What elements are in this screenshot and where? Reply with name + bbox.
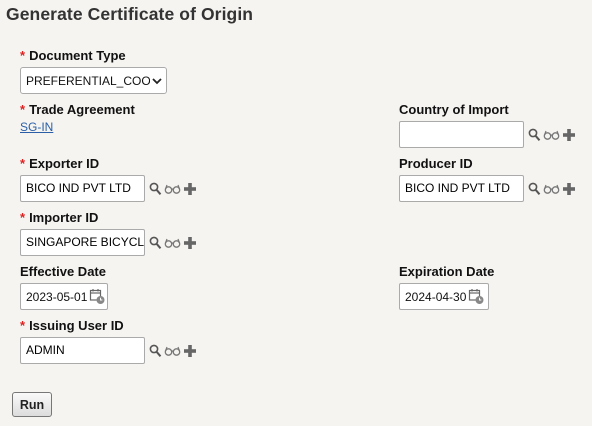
document-type-select[interactable]: PREFERENTIAL_COO [20,67,167,94]
search-icon[interactable] [149,236,162,250]
search-icon[interactable] [528,128,541,142]
importer-id-label: * Importer ID [20,210,99,225]
plus-icon[interactable] [562,128,576,142]
glasses-icon[interactable] [543,129,560,141]
plus-icon[interactable] [183,182,197,196]
plus-icon[interactable] [183,236,197,250]
document-type-label: * Document Type [20,48,126,63]
producer-id-field: Producer ID BICO IND PVT LTD [399,156,578,202]
required-marker: * [20,318,26,333]
effective-date-field: Effective Date 2023-05-01 [20,264,108,310]
expiration-date-label: Expiration Date [399,264,495,279]
search-icon[interactable] [528,182,541,196]
issuing-user-id-input[interactable]: ADMIN [20,337,145,364]
chevron-down-icon [152,78,162,85]
search-icon[interactable] [149,182,162,196]
issuing-user-id-label: * Issuing User ID [20,318,124,333]
expiration-date-input[interactable]: 2024-04-30 [399,283,489,310]
required-marker: * [20,102,26,117]
producer-id-label: Producer ID [399,156,473,171]
document-type-value: PREFERENTIAL_COO [26,73,150,88]
glasses-icon[interactable] [164,237,181,249]
effective-date-label: Effective Date [20,264,106,279]
exporter-id-input[interactable]: BICO IND PVT LTD [20,175,145,202]
country-of-import-input[interactable] [399,121,524,148]
exporter-id-label: * Exporter ID [20,156,100,171]
document-type-field: * Document Type PREFERENTIAL_COO [20,48,167,94]
producer-id-input[interactable]: BICO IND PVT LTD [399,175,524,202]
country-of-import-label: Country of Import [399,102,509,117]
search-icon[interactable] [149,344,162,358]
exporter-id-field: * Exporter ID BICO IND PVT LTD [20,156,199,202]
required-marker: * [20,210,26,225]
effective-date-input[interactable]: 2023-05-01 [20,283,108,310]
trade-agreement-link[interactable]: SG-IN [20,120,135,134]
plus-icon[interactable] [183,344,197,358]
trade-agreement-field: * Trade Agreement SG-IN [20,102,135,134]
glasses-icon[interactable] [164,183,181,195]
importer-id-input[interactable]: SINGAPORE BICYCLE [20,229,145,256]
importer-id-field: * Importer ID SINGAPORE BICYCLE [20,210,199,256]
country-of-import-field: Country of Import [399,102,578,148]
page-title: Generate Certificate of Origin [6,4,254,24]
run-button[interactable]: Run [12,392,52,417]
trade-agreement-label: * Trade Agreement [20,102,135,117]
glasses-icon[interactable] [543,183,560,195]
required-marker: * [20,48,26,63]
calendar-icon[interactable] [468,288,485,305]
expiration-date-field: Expiration Date 2024-04-30 [399,264,494,310]
issuing-user-id-field: * Issuing User ID ADMIN [20,318,199,364]
calendar-icon[interactable] [89,288,106,305]
plus-icon[interactable] [562,182,576,196]
glasses-icon[interactable] [164,345,181,357]
required-marker: * [20,156,26,171]
expiration-date-value: 2024-04-30 [405,289,467,304]
effective-date-value: 2023-05-01 [26,289,88,304]
